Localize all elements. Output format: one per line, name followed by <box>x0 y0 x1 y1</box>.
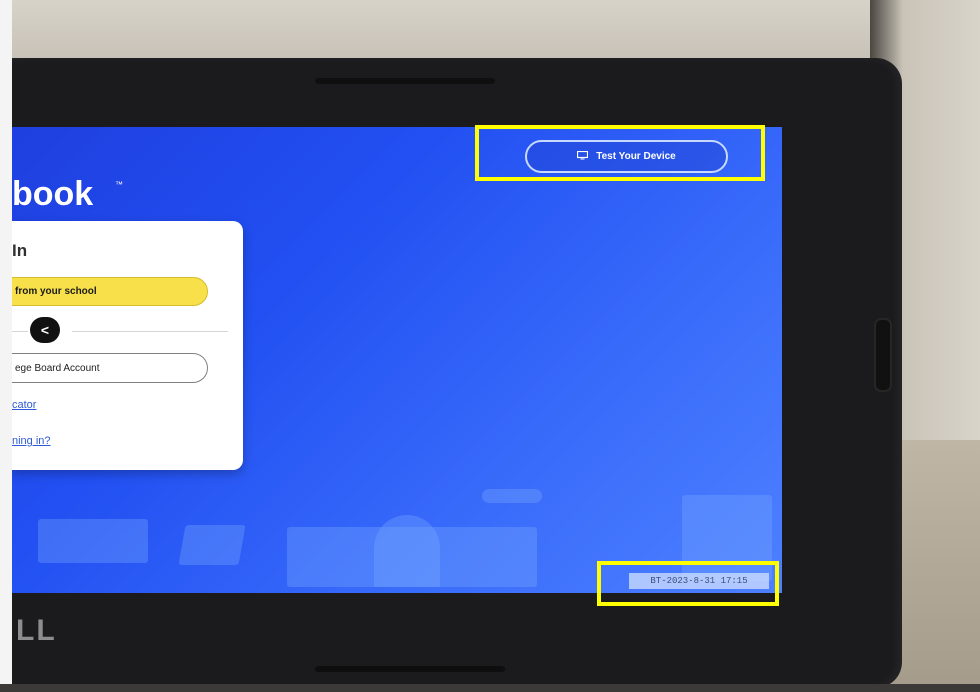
divider-right <box>72 331 228 332</box>
image-bottom-edge <box>0 684 980 692</box>
signin-card: In from your school < ege Board Account … <box>12 221 243 470</box>
dome-illustration <box>374 515 440 587</box>
college-board-account-button[interactable]: ege Board Account <box>12 353 208 383</box>
highlight-version-label <box>597 561 779 606</box>
trouble-signing-in-link[interactable]: ning in? <box>12 435 51 447</box>
back-button[interactable]: < <box>30 317 60 343</box>
signin-from-school-button[interactable]: from your school <box>12 277 208 306</box>
paper-illustration <box>178 525 246 565</box>
image-left-edge <box>0 0 12 692</box>
educator-link[interactable]: cator <box>12 399 36 411</box>
signin-from-school-label: from your school <box>15 286 97 297</box>
laptop-side-button <box>874 318 892 392</box>
cloud-illustration <box>482 489 542 503</box>
divider-left <box>12 331 28 332</box>
book-illustration <box>38 519 148 563</box>
laptop-bottom-hinge <box>315 666 505 672</box>
highlight-test-device <box>475 125 765 181</box>
laptop-brand-logo: LL <box>16 614 57 647</box>
signin-title: In <box>12 241 28 260</box>
trademark-symbol: ™ <box>115 180 123 189</box>
app-screen: book ™ Test Your Device In from your sch… <box>12 127 782 593</box>
app-logo: book <box>12 175 94 213</box>
laptop-top-hinge <box>315 78 495 84</box>
college-board-account-label: ege Board Account <box>15 362 100 374</box>
